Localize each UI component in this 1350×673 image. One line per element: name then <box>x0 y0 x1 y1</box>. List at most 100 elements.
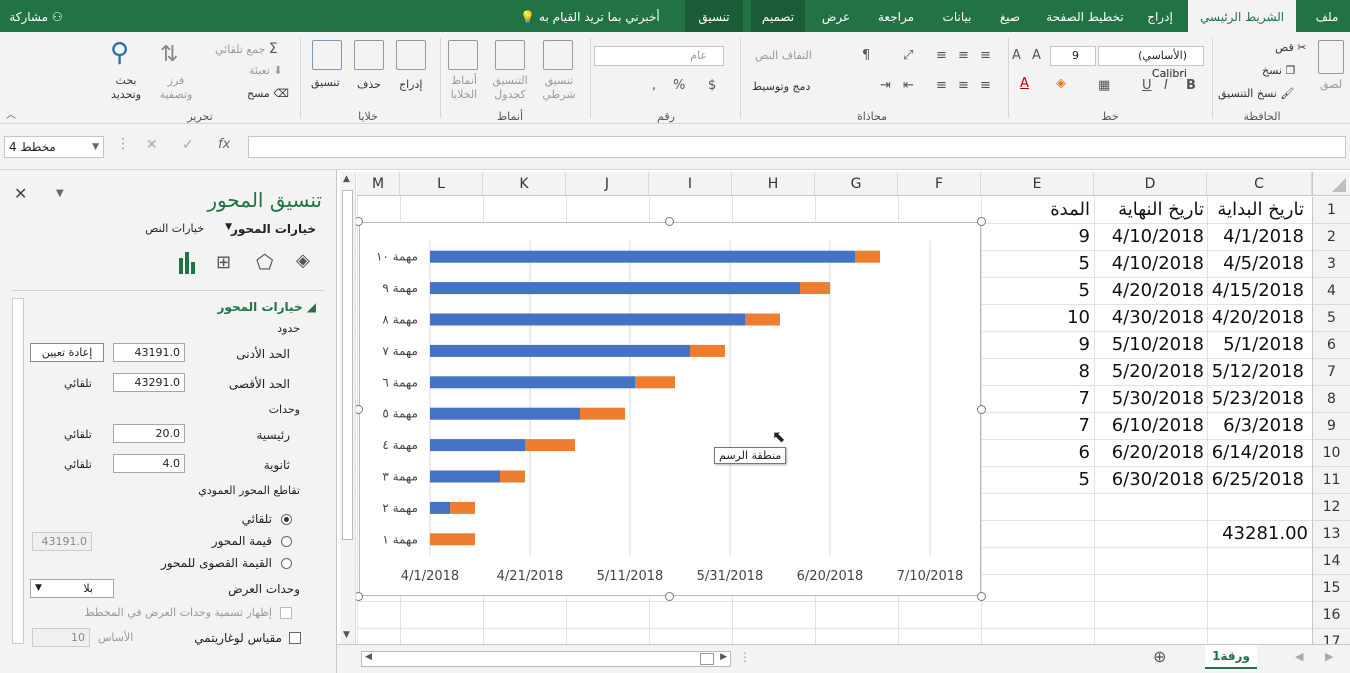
percent-icon[interactable]: % <box>673 78 685 93</box>
clear-button[interactable]: مسح ⌫ <box>247 87 289 100</box>
resize-handle[interactable] <box>977 217 986 226</box>
cancel-icon[interactable]: ✕ <box>146 137 158 153</box>
font-grow-icon[interactable]: A <box>1012 48 1021 63</box>
cell-d4[interactable]: 4/20/2018 <box>1112 280 1204 301</box>
cell-e10[interactable]: 6 <box>1079 442 1090 463</box>
autosum-button[interactable]: جمع تلقائي Σ <box>215 41 278 57</box>
font-shrink-icon[interactable]: A <box>1032 48 1041 63</box>
align-bottom-icon[interactable]: ≡ <box>936 48 947 63</box>
cell-c4[interactable]: 4/15/2018 <box>1212 280 1304 301</box>
max-axis-radio[interactable] <box>281 558 292 569</box>
format-painter-button[interactable]: نسخ التنسيق 🖌 <box>1218 87 1294 100</box>
select-all-corner[interactable] <box>1312 172 1350 196</box>
column-header-h[interactable]: H <box>732 172 815 196</box>
display-units-select[interactable]: بلا ▼ <box>30 579 114 598</box>
close-icon[interactable]: ✕ <box>14 184 27 203</box>
insert-function-icon[interactable]: fx <box>218 137 230 152</box>
cell-e6[interactable]: 9 <box>1079 334 1090 355</box>
resize-handle[interactable] <box>665 217 674 226</box>
minor-input[interactable]: 4.0 <box>113 454 185 473</box>
indent-decrease-icon[interactable]: ⇤ <box>903 78 914 93</box>
cell-e2[interactable]: 9 <box>1079 226 1090 247</box>
sheet-tab-1[interactable]: ورقة1 <box>1205 645 1257 669</box>
scroll-left-icon[interactable]: ◀ <box>365 652 372 662</box>
enter-icon[interactable]: ✓ <box>182 137 194 153</box>
tab-file[interactable]: ملف <box>1316 0 1339 32</box>
italic-button[interactable]: I <box>1164 78 1168 93</box>
scroll-down-icon[interactable]: ▼ <box>343 630 350 640</box>
tab-page-layout[interactable]: تخطيط الصفحة <box>1046 0 1123 32</box>
bold-button[interactable]: B <box>1186 78 1196 93</box>
show-units-checkbox[interactable] <box>280 607 292 619</box>
row-header-2[interactable]: 2 <box>1312 224 1350 251</box>
column-header-e[interactable]: E <box>981 172 1094 196</box>
row-header-16[interactable]: 16 <box>1312 602 1350 629</box>
cell-c1[interactable]: تاريخ البداية <box>1217 199 1304 220</box>
worksheet-grid[interactable]: CDEFGHIJKLM 1 2 3 4 5 6 7 8 9 10 11 12 13 14 15 16 17 تا… <box>337 170 1350 644</box>
cell-c5[interactable]: 4/20/2018 <box>1212 307 1304 328</box>
insert-cells-button[interactable]: إدراج <box>399 78 422 91</box>
tab-axis-options[interactable]: خيارات المحور <box>231 222 316 236</box>
rtl-icon[interactable]: ¶ <box>862 48 870 63</box>
cell-e1[interactable]: المدة <box>1050 199 1090 220</box>
borders-icon[interactable]: ▦ <box>1098 78 1110 93</box>
number-format-combo[interactable]: عام <box>594 46 724 66</box>
cell-d9[interactable]: 6/10/2018 <box>1112 415 1204 436</box>
row-header-4[interactable]: 4 <box>1312 278 1350 305</box>
orientation-icon[interactable]: ⤢ <box>903 48 913 63</box>
collapse-ribbon-icon[interactable]: ︿ <box>6 106 16 121</box>
row-header-8[interactable]: 8 <box>1312 386 1350 413</box>
auto-radio[interactable] <box>281 514 292 525</box>
column-header-f[interactable]: F <box>898 172 981 196</box>
fill-button[interactable]: تعبئة ⬇ <box>249 64 283 77</box>
underline-button[interactable]: U <box>1142 78 1152 93</box>
scroll-thumb[interactable] <box>342 190 353 540</box>
major-input[interactable]: 20.0 <box>113 424 185 443</box>
align-middle-icon[interactable]: ≡ <box>958 48 969 63</box>
cell-c10[interactable]: 6/14/2018 <box>1212 442 1304 463</box>
sort-filter-button[interactable]: فرز وتصفية <box>158 74 194 102</box>
cell-d2[interactable]: 4/10/2018 <box>1112 226 1204 247</box>
copy-button[interactable]: نسخ ❐ <box>1262 64 1295 77</box>
format-cells-button[interactable]: تنسيق <box>311 76 340 89</box>
chevron-down-icon[interactable]: ▼ <box>56 188 64 199</box>
currency-icon[interactable]: $ <box>708 78 716 93</box>
cell-d6[interactable]: 5/10/2018 <box>1112 334 1204 355</box>
cell-c6[interactable]: 5/1/2018 <box>1223 334 1304 355</box>
paste-button[interactable]: لصق <box>1320 78 1342 91</box>
font-size-combo[interactable]: 9 <box>1050 46 1096 66</box>
tab-formulas[interactable]: صيغ <box>1000 0 1020 32</box>
tab-view[interactable]: عرض <box>822 0 850 32</box>
fill-color-icon[interactable]: ◈ <box>1056 76 1066 91</box>
font-color-icon[interactable]: A <box>1020 76 1029 91</box>
share-button[interactable]: مشاركة ⚇ <box>9 0 62 32</box>
row-header-13[interactable]: 13 <box>1312 521 1350 548</box>
cell-e9[interactable]: 7 <box>1079 415 1090 436</box>
cell-d8[interactable]: 5/30/2018 <box>1112 388 1204 409</box>
merge-center-button[interactable]: دمج وتوسيط <box>752 80 810 93</box>
row-header-7[interactable]: 7 <box>1312 359 1350 386</box>
cell-d11[interactable]: 6/30/2018 <box>1112 469 1204 490</box>
axis-value-input[interactable]: 43191.0 <box>32 532 92 551</box>
find-select-button[interactable]: بحث وتحديد <box>104 74 148 102</box>
max-input[interactable]: 43291.0 <box>113 373 185 392</box>
row-header-9[interactable]: 9 <box>1312 413 1350 440</box>
row-header-15[interactable]: 15 <box>1312 575 1350 602</box>
axis-value-radio[interactable] <box>281 536 292 547</box>
format-as-table-button[interactable]: التنسيق كجدول <box>484 74 536 102</box>
resize-handle[interactable] <box>977 405 986 414</box>
next-sheet-icon[interactable]: ▶ <box>1325 650 1333 663</box>
column-header-c[interactable]: C <box>1207 172 1312 196</box>
min-input[interactable]: 43191.0 <box>113 343 185 362</box>
formula-input[interactable] <box>248 136 1346 158</box>
tab-design[interactable]: تصميم <box>751 0 805 32</box>
row-header-14[interactable]: 14 <box>1312 548 1350 575</box>
cell-c11[interactable]: 6/25/2018 <box>1212 469 1304 490</box>
tab-format[interactable]: تنسيق <box>685 0 743 32</box>
cell-e7[interactable]: 8 <box>1079 361 1090 382</box>
cut-button[interactable]: قص ✂ <box>1275 41 1306 54</box>
reset-button[interactable]: إعادة تعيين <box>30 343 104 362</box>
conditional-formatting-button[interactable]: تنسيق شرطي <box>539 74 579 102</box>
row-header-3[interactable]: 3 <box>1312 251 1350 278</box>
name-box[interactable]: مخطط 4 ▼ <box>4 136 104 158</box>
